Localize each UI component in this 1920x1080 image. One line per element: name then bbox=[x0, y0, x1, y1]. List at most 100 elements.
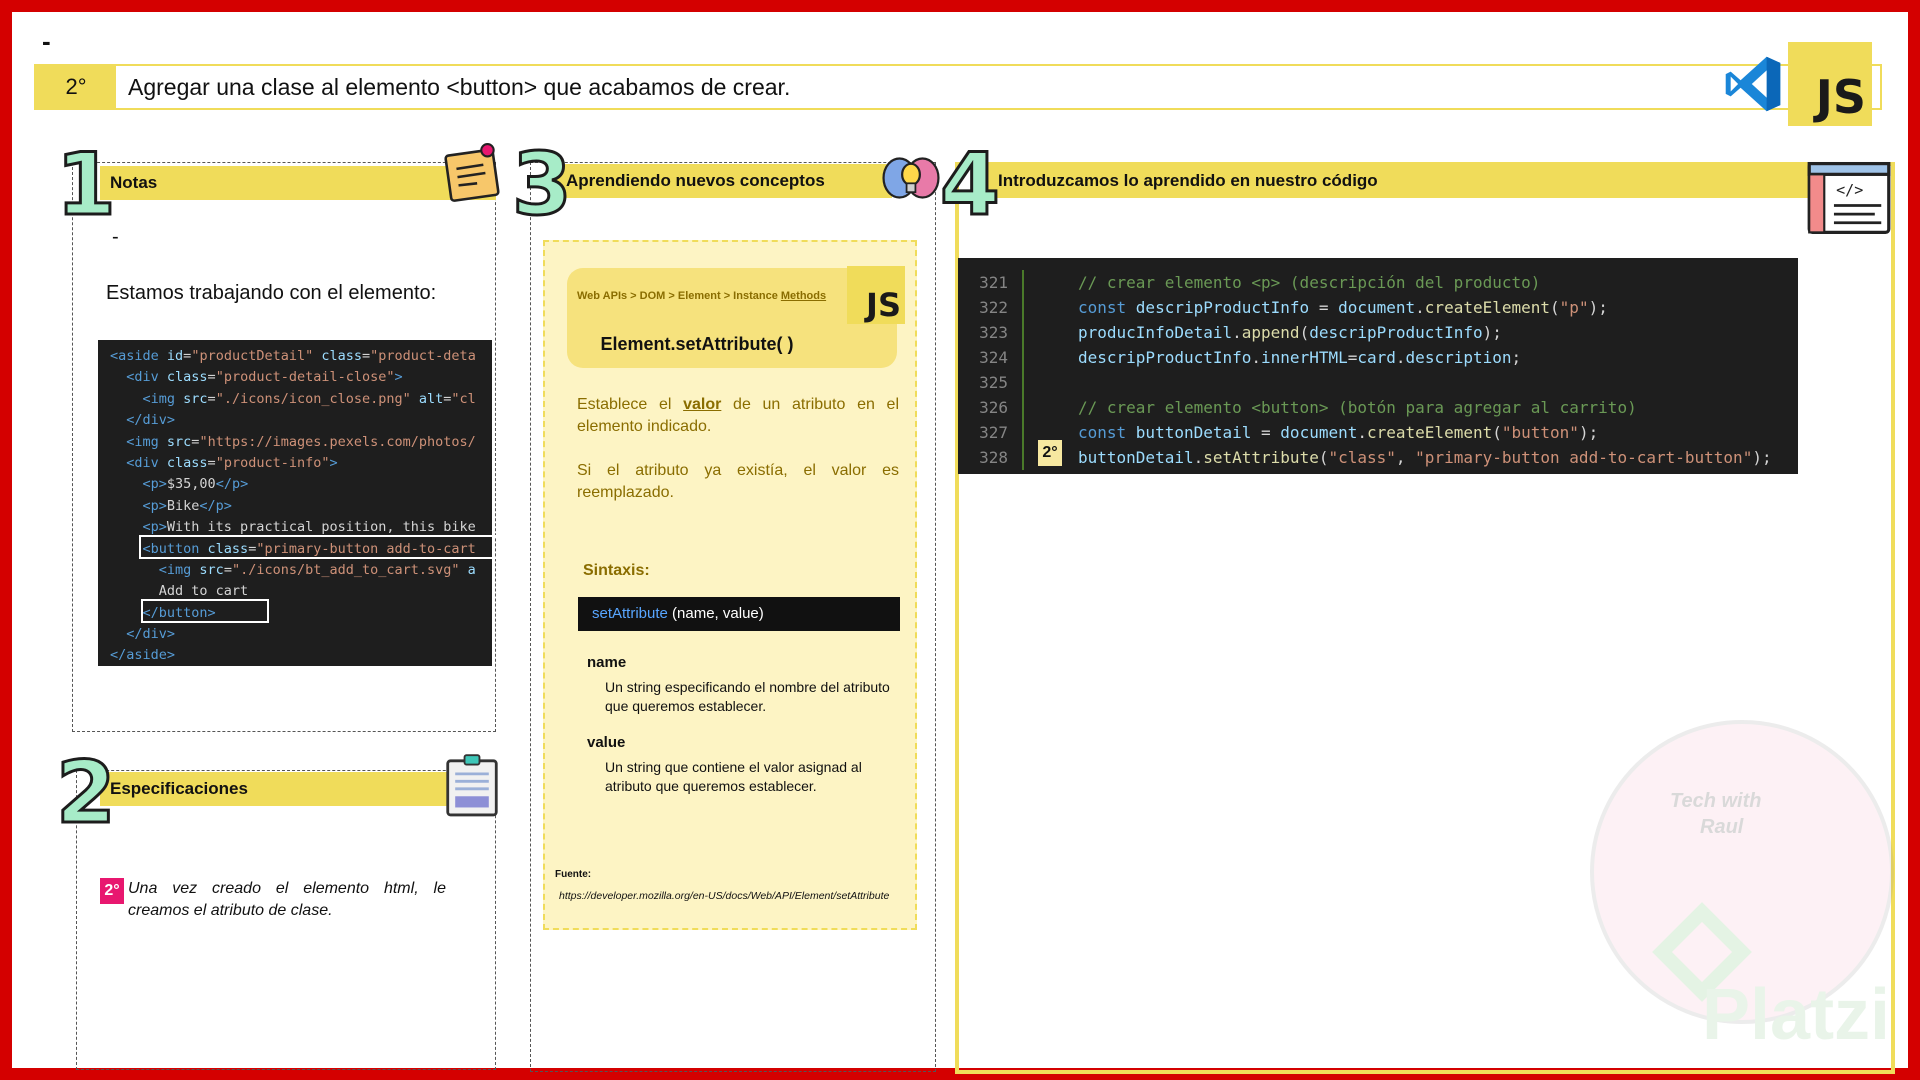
code-token: ; bbox=[1511, 348, 1522, 367]
code-token: <img bbox=[158, 561, 200, 578]
source-link[interactable]: https://developer.mozilla.org/en-US/docs… bbox=[559, 890, 889, 902]
concept-description-2: Si el atributo ya existía, el valor es r… bbox=[577, 462, 899, 501]
code-token: . bbox=[1232, 323, 1242, 342]
svg-text:</>: </> bbox=[1836, 181, 1863, 199]
code-token: producInfoDetail bbox=[1078, 323, 1233, 342]
line-number: 326 bbox=[979, 398, 1008, 417]
code-line: 321 // crear elemento <p> (descripción de… bbox=[958, 270, 1798, 295]
section-number-2: 2 bbox=[55, 743, 118, 843]
code-token: <aside bbox=[110, 348, 167, 364]
code-token: src bbox=[199, 561, 224, 578]
notes-code-line: </aside> bbox=[110, 645, 492, 666]
code-token: </div> bbox=[126, 412, 176, 429]
code-token: ); bbox=[1578, 423, 1599, 442]
notes-code-line: <div class="product-detail-close"> bbox=[110, 367, 492, 388]
notes-code-line: </div> bbox=[110, 410, 492, 431]
code-token: class bbox=[166, 454, 208, 471]
code-token: buttonDetail bbox=[1135, 423, 1252, 442]
code-token: "product-detail-close" bbox=[215, 369, 395, 386]
code-token: </p> bbox=[199, 497, 232, 514]
code-token: ); bbox=[1482, 323, 1502, 342]
code-line: 326 // crear elemento <button> (botón par… bbox=[958, 395, 1798, 420]
watermark: Tech with Raul Platzi bbox=[1552, 692, 1912, 1072]
concept-card-header: Web APIs > DOM > Element > Instance Meth… bbox=[567, 266, 905, 368]
header-bar: 2° Agregar una clase al elemento <button… bbox=[34, 64, 1882, 110]
code-token: = bbox=[1347, 348, 1358, 367]
watermark-line2: Raul bbox=[1700, 816, 1744, 838]
code-token: > bbox=[394, 369, 403, 386]
code-token: <p> bbox=[142, 497, 167, 514]
watermark-brand: Platzi bbox=[1702, 975, 1891, 1055]
line-number: 323 bbox=[979, 323, 1008, 342]
code-panel-title: Introduzcamos lo aprendido en nuestro có… bbox=[988, 164, 1808, 198]
code-token: a bbox=[459, 561, 476, 578]
code-token: = bbox=[362, 348, 371, 364]
slide-frame: - 2° Agregar una clase al elemento <butt… bbox=[0, 0, 1920, 1080]
code-token: "product-info" bbox=[215, 454, 330, 471]
code-token: . bbox=[1251, 348, 1262, 367]
notes-code-line: <div class="product-info"> bbox=[110, 453, 492, 474]
line-number: 321 bbox=[979, 273, 1008, 292]
code-token: <div bbox=[126, 454, 167, 471]
code-line: 324 descripProductInfo.innerHTML=card.des… bbox=[958, 345, 1798, 370]
code-token: . bbox=[1193, 448, 1204, 467]
code-token: </aside> bbox=[110, 647, 176, 664]
code-token: createElement bbox=[1367, 423, 1493, 442]
code-token: . bbox=[1357, 423, 1367, 442]
code-token: ); bbox=[1752, 448, 1772, 467]
code-token: ( bbox=[1299, 323, 1310, 342]
concept-card: Web APIs > DOM > Element > Instance Meth… bbox=[543, 240, 917, 930]
code-token: ( bbox=[1550, 298, 1560, 317]
code-token: "./icons/bt_add_to_cart.svg" bbox=[231, 561, 460, 578]
vscode-icon bbox=[1725, 56, 1781, 112]
code-token: </div> bbox=[126, 626, 176, 643]
code-token: $35,00 bbox=[166, 476, 216, 493]
clipboard-icon bbox=[446, 754, 498, 817]
section-number-1: 1 bbox=[55, 135, 118, 235]
code-token: "p" bbox=[1559, 298, 1589, 317]
js-logo-small: JS bbox=[847, 266, 905, 324]
code-line: 328 buttonDetail.setAttribute("class", "p… bbox=[958, 445, 1798, 470]
code-token: <p> bbox=[142, 519, 167, 536]
code-token: <img bbox=[126, 433, 167, 450]
specs-title: Especificaciones bbox=[100, 772, 452, 806]
sticky-note-icon bbox=[444, 143, 500, 202]
section-number-4: 4 bbox=[939, 135, 1002, 235]
code-token: = bbox=[223, 561, 232, 578]
code-badge: 2° bbox=[1038, 440, 1062, 466]
notes-code-line: <img src="./icons/icon_close.png" alt="c… bbox=[110, 389, 492, 410]
top-dash: - bbox=[42, 26, 51, 56]
source-label: Fuente: bbox=[555, 869, 592, 880]
code-token: src bbox=[183, 390, 208, 407]
code-token: "https://images.pexels.com/photos/ bbox=[199, 433, 476, 450]
header-title: Agregar una clase al elemento <button> q… bbox=[128, 74, 791, 100]
code-gutter bbox=[1022, 320, 1078, 345]
methods-link[interactable]: Methods bbox=[781, 290, 826, 302]
notes-code-line: </div> bbox=[110, 624, 492, 645]
js-logo: JS bbox=[1788, 42, 1872, 126]
code-token: = bbox=[1251, 423, 1281, 442]
notes-code-line: <img src="./icons/bt_add_to_cart.svg" a bbox=[110, 560, 492, 581]
notes-title: Notas bbox=[100, 166, 496, 200]
code-token: = bbox=[1309, 298, 1339, 317]
code-token: , bbox=[1395, 448, 1416, 467]
code-gutter bbox=[1022, 370, 1078, 395]
code-token: descripProductInfo bbox=[1135, 298, 1310, 317]
specs-text: Una vez creado el elemento html, le crea… bbox=[128, 880, 446, 919]
code-token: "button" bbox=[1501, 423, 1579, 442]
mdn-breadcrumb: Web APIs > DOM > Element > Instance Meth… bbox=[577, 290, 827, 302]
concepts-title: Aprendiendo nuevos conceptos bbox=[556, 164, 892, 198]
code-token: "class" bbox=[1328, 448, 1396, 467]
code-token: const bbox=[1078, 298, 1136, 317]
code-window-icon: </> bbox=[1807, 161, 1891, 235]
line-number: 327 bbox=[979, 423, 1008, 442]
